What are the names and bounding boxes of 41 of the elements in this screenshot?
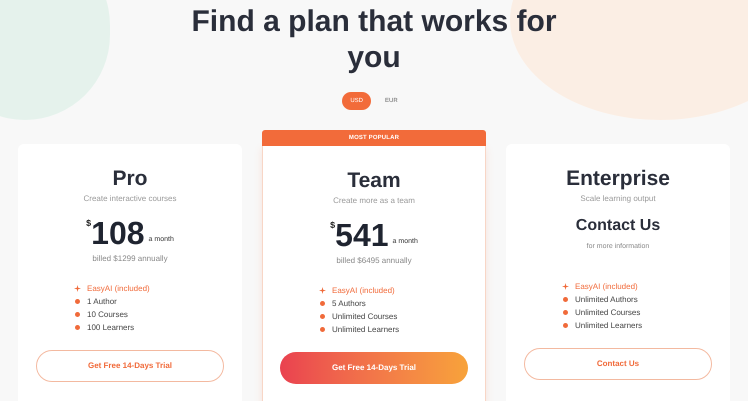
price-amount: 108: [91, 215, 145, 251]
feature-text: Unlimited Courses: [332, 311, 398, 323]
feature-text: EasyAI (included): [332, 285, 395, 297]
currency-symbol: $: [330, 219, 336, 232]
plan-name: Team: [347, 168, 401, 194]
bullet-icon: [75, 299, 80, 304]
feature-text: Unlimited Learners: [332, 324, 400, 336]
bullet-icon: [563, 310, 568, 315]
currency-symbol: $: [86, 217, 92, 230]
feature-text: 100 Learners: [87, 322, 134, 334]
feature-text: EasyAI (included): [575, 281, 638, 293]
billing-note: billed $6495 annually: [336, 255, 412, 267]
bullet-icon: [563, 323, 568, 328]
bullet-icon: [320, 301, 325, 306]
plan-tagline: Create more as a team: [333, 195, 415, 207]
sparkle-icon: [319, 287, 326, 294]
contact-heading: Contact Us: [576, 216, 660, 236]
plan-name: Pro: [112, 166, 148, 192]
billing-note: billed $1299 annually: [92, 253, 168, 265]
price-amount: 541: [335, 217, 389, 253]
trial-button[interactable]: Get Free 14-Days Trial: [280, 352, 468, 384]
sparkle-icon: [74, 285, 81, 292]
feature-text: Unlimited Authors: [575, 294, 638, 306]
trial-button[interactable]: Get Free 14-Days Trial: [36, 350, 224, 382]
contact-button[interactable]: Contact Us: [524, 348, 712, 380]
page-heading: Find a plan that works for you: [190, 4, 558, 76]
feature-text: Unlimited Courses: [575, 307, 640, 319]
bullet-icon: [75, 312, 80, 317]
bullet-icon: [320, 314, 325, 319]
feature-text: EasyAI (included): [87, 283, 150, 295]
plan-tagline: Scale learning output: [580, 193, 656, 205]
feature-text: Unlimited Learners: [575, 320, 642, 332]
plan-tagline: Create interactive courses: [84, 193, 176, 205]
plan-name: Enterprise: [566, 166, 670, 192]
feature-text: 1 Author: [87, 296, 117, 308]
feature-text: 10 Courses: [87, 309, 128, 321]
sparkle-icon: [562, 283, 569, 290]
bullet-icon: [75, 325, 80, 330]
feature-text: 5 Authors: [332, 298, 366, 310]
bullet-icon: [563, 297, 568, 302]
bullet-icon: [320, 327, 325, 332]
